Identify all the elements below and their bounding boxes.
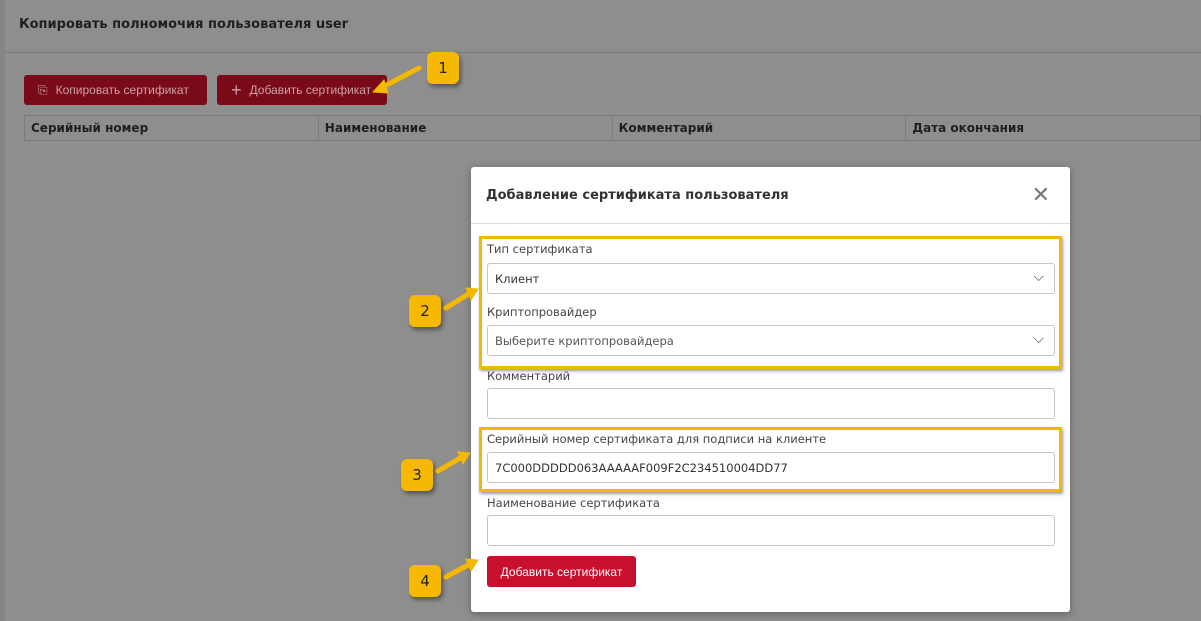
arrowhead-1 xyxy=(371,79,389,94)
arrow-4 xyxy=(443,561,473,580)
arrow-3 xyxy=(435,454,465,474)
arrow-2 xyxy=(443,290,473,311)
arrow-1 xyxy=(378,65,422,91)
callout-arrows xyxy=(371,65,479,580)
